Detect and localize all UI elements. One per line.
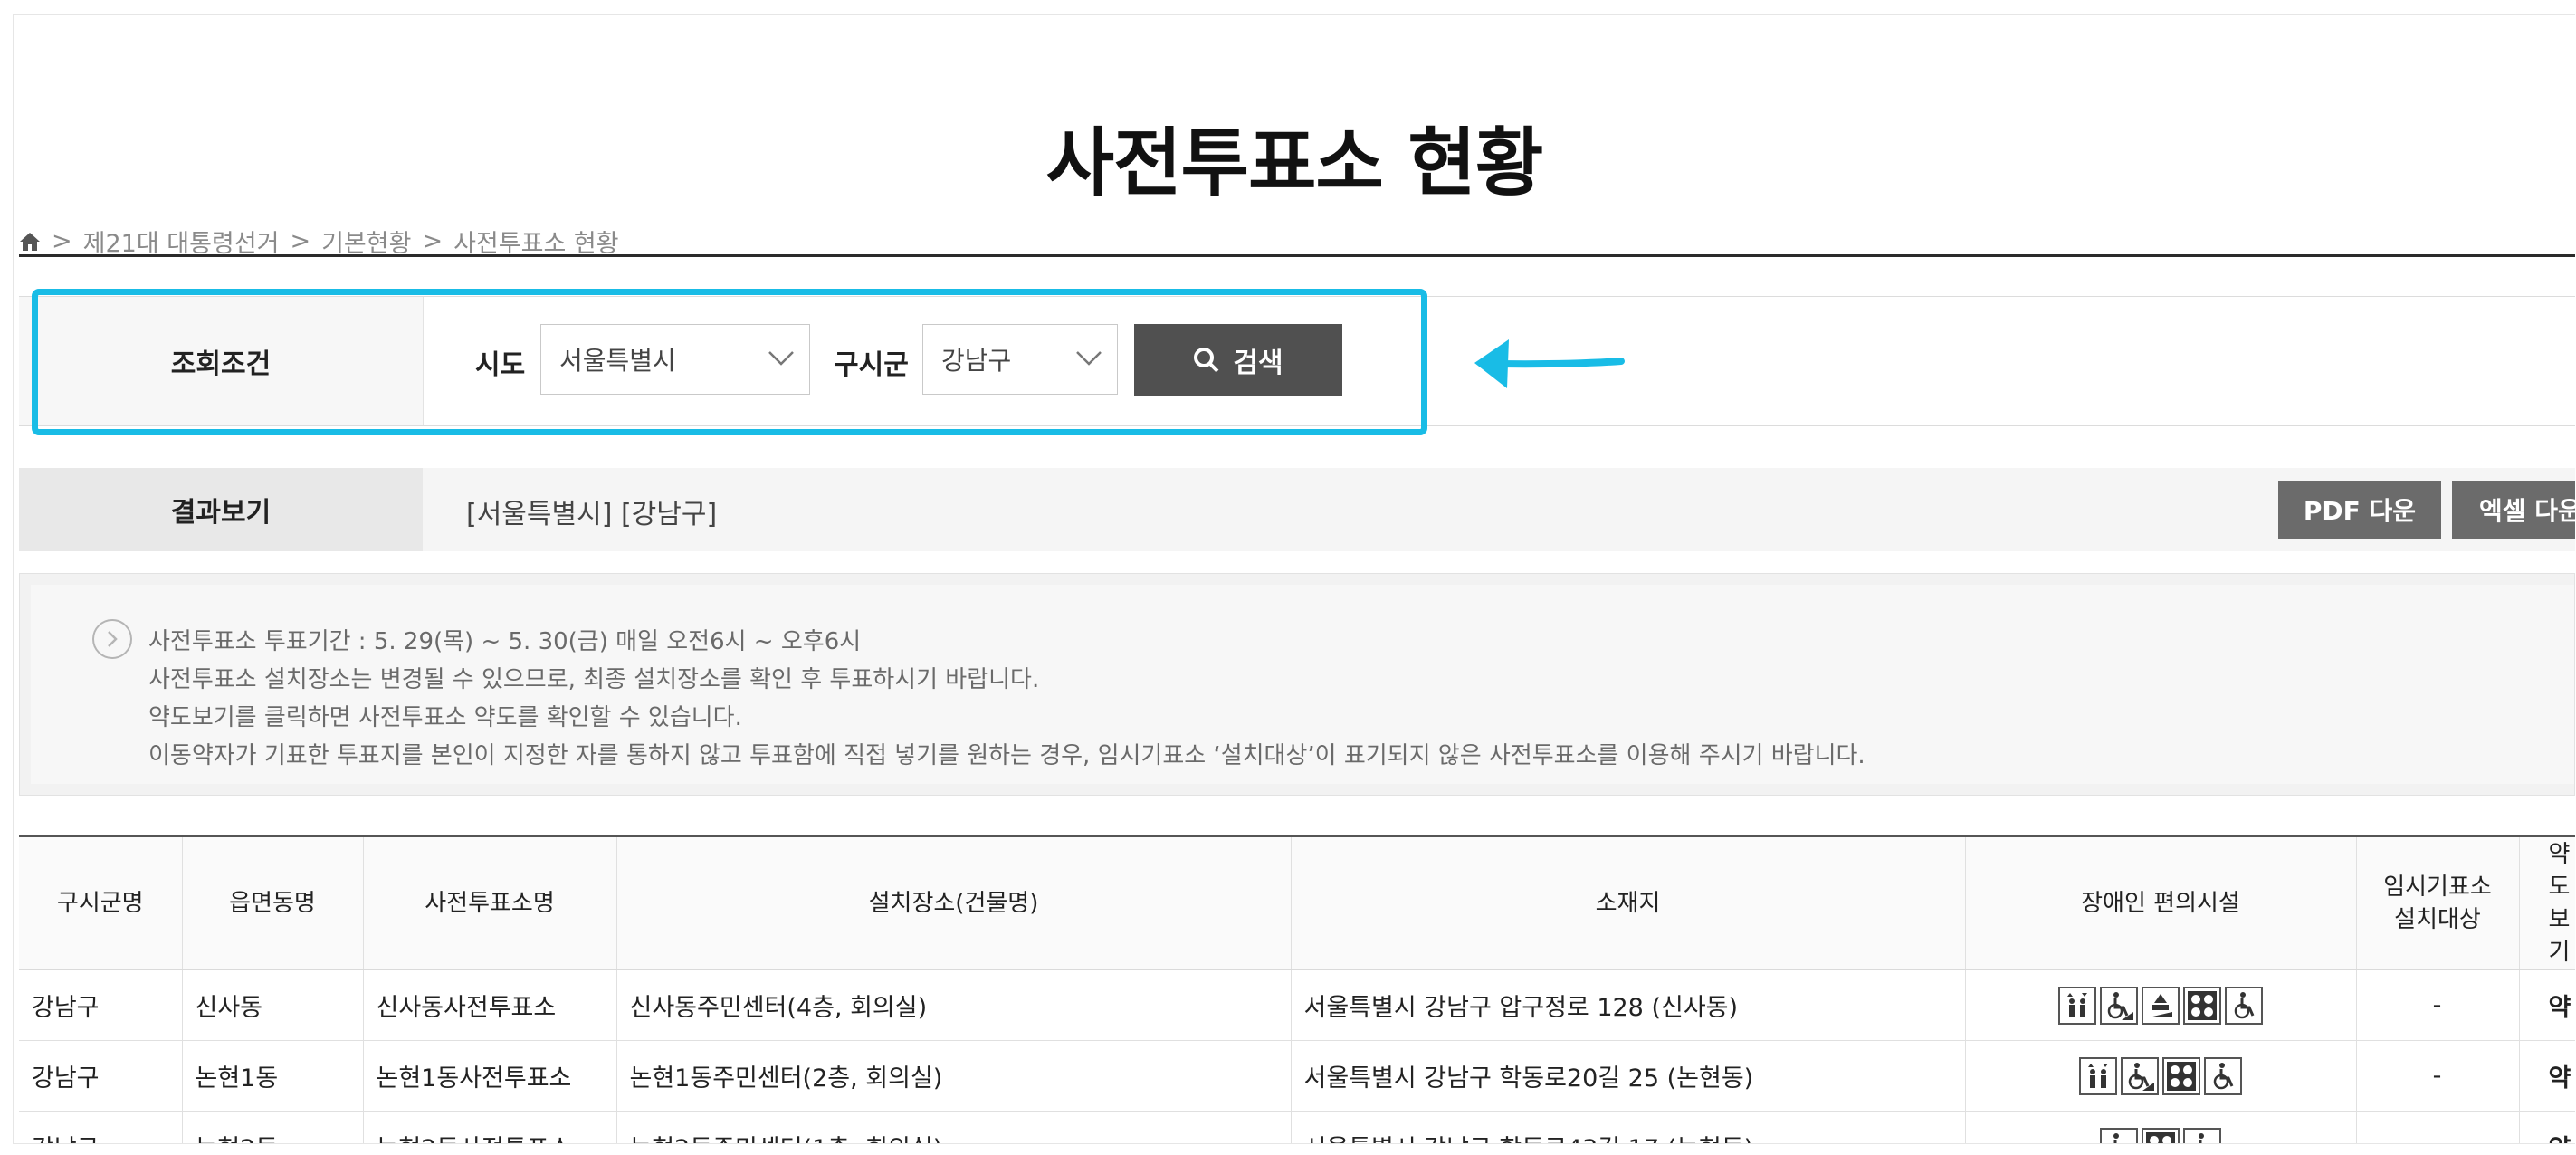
cell-place: 논현2동주민센터(1층, 회의실) xyxy=(616,1111,1292,1143)
result-criteria: [서울특별시] [강남구] xyxy=(466,499,718,530)
cell-temp-booth: - xyxy=(2356,1040,2520,1112)
annotation-highlight-box xyxy=(32,289,1427,435)
ramp-icon xyxy=(2099,986,2138,1025)
table-row: 강남구논현2동논현2동사전투표소논현2동주민센터(1층, 회의실)서울특별시 강… xyxy=(19,1111,2575,1143)
col-header-station: 사전투표소명 xyxy=(363,835,617,970)
page-frame: 사전투표소 현황 > 제21대 대통령선거 > 기본현황 > 사전투표소 현황 … xyxy=(13,14,2575,1144)
cell-place: 논현1동주민센터(2층, 회의실) xyxy=(616,1040,1292,1112)
braille-block-icon xyxy=(2161,1056,2200,1095)
notice-line: 이동약자가 기표한 투표지를 본인이 지정한 자를 통하지 않고 투표함에 직접… xyxy=(148,742,1865,769)
notice-inner: 사전투표소 투표기간 : 5. 29(목) ~ 5. 30(금) 매일 오전6시… xyxy=(31,585,2574,784)
ramp-icon xyxy=(2120,1056,2159,1095)
cell-facilities xyxy=(1965,1111,2357,1143)
ramp-icon xyxy=(2099,1127,2138,1143)
notice-box: 사전투표소 투표기간 : 5. 29(목) ~ 5. 30(금) 매일 오전6시… xyxy=(19,573,2575,796)
cell-address: 서울특별시 강남구 압구정로 128 (신사동) xyxy=(1291,969,1966,1041)
slope-icon xyxy=(2141,986,2180,1025)
cell-gu: 강남구 xyxy=(19,1111,183,1143)
notice-line: 약도보기를 클릭하면 사전투표소 약도를 확인할 수 있습니다. xyxy=(148,704,742,731)
col-header-place: 설치장소(건물명) xyxy=(616,835,1292,970)
breadcrumb-separator: > xyxy=(422,227,444,255)
notice-list: 사전투표소 투표기간 : 5. 29(목) ~ 5. 30(금) 매일 오전6시… xyxy=(148,623,1865,775)
col-header-gu: 구시군명 xyxy=(19,835,183,970)
result-bar: 결과보기 [서울특별시] [강남구] PDF 다운 엑셀 다운 xyxy=(19,468,2575,551)
table-row: 강남구 신사동 신사동사전투표소 신사동주민센터(4층, 회의실) 서울특별시 강남구 … xyxy=(19,969,2575,1041)
cell-dong: 논현1동 xyxy=(182,1040,364,1112)
notice-line: 사전투표소 투표기간 : 5. 29(목) ~ 5. 30(금) 매일 오전6시… xyxy=(148,628,862,655)
cell-gu: 강남구 xyxy=(19,969,183,1041)
cell-temp-booth: - xyxy=(2356,969,2520,1041)
wheelchair-icon xyxy=(2224,986,2263,1025)
breadcrumb-separator: > xyxy=(52,227,72,255)
col-header-address: 소재지 xyxy=(1291,835,1966,970)
wheelchair-icon xyxy=(2182,1127,2221,1143)
col-header-facilities: 장애인 편의시설 xyxy=(1965,835,2357,970)
cell-address: 서울특별시 강남구 학동로43길 17 (논현동) xyxy=(1291,1111,1966,1143)
wheelchair-icon xyxy=(2203,1056,2242,1095)
table-row: 강남구 논현1동 논현1동사전투표소 논현1동주민센터(2층, 회의실) 서울특별시 강… xyxy=(19,1040,2575,1112)
cell-station-name: 논현2동사전투표소 xyxy=(363,1111,617,1143)
elevator-icon xyxy=(2057,986,2096,1025)
cell-facilities xyxy=(1965,969,2357,1041)
chevron-right-circle-icon xyxy=(92,619,132,659)
annotation-arrow-icon xyxy=(1474,339,1625,388)
elevator-icon xyxy=(2078,1056,2117,1095)
col-header-dong: 읍면동명 xyxy=(182,835,364,970)
cell-dong: 신사동 xyxy=(182,969,364,1041)
cell-station-name: 신사동사전투표소 xyxy=(363,969,617,1041)
page-title: 사전투표소 현황 xyxy=(1045,120,1544,206)
map-view-link[interactable]: 약 xyxy=(2519,1111,2575,1143)
braille-block-icon xyxy=(2141,1127,2180,1143)
col-header-temp-booth: 임시기표소 설치대상 xyxy=(2356,835,2520,970)
result-label: 결과보기 xyxy=(19,468,423,551)
title-divider xyxy=(19,254,2575,257)
polling-station-table: 구시군명 읍면동명 사전투표소명 설치장소(건물명) 소재지 장애인 편의시설 … xyxy=(19,835,2575,1143)
excel-download-button[interactable]: 엑셀 다운 xyxy=(2452,481,2575,539)
table-header-row: 구시군명 읍면동명 사전투표소명 설치장소(건물명) 소재지 장애인 편의시설 … xyxy=(19,835,2575,970)
braille-block-icon xyxy=(2182,986,2221,1025)
cell-address: 서울특별시 강남구 학동로20길 25 (논현동) xyxy=(1291,1040,1966,1112)
cell-temp-booth: - xyxy=(2356,1111,2520,1143)
cell-dong: 논현2동 xyxy=(182,1111,364,1143)
cell-gu: 강남구 xyxy=(19,1040,183,1112)
cell-place: 신사동주민센터(4층, 회의실) xyxy=(616,969,1292,1041)
map-view-link[interactable]: 약 xyxy=(2519,969,2575,1041)
cell-facilities xyxy=(1965,1040,2357,1112)
breadcrumb-separator: > xyxy=(290,227,311,255)
home-icon[interactable] xyxy=(19,232,41,252)
notice-line: 사전투표소 설치장소는 변경될 수 있으므로, 최종 설치장소를 확인 후 투표… xyxy=(148,666,1040,693)
map-view-link[interactable]: 약 xyxy=(2519,1040,2575,1112)
cell-station-name: 논현1동사전투표소 xyxy=(363,1040,617,1112)
col-header-map: 약도보기 xyxy=(2519,835,2575,970)
pdf-download-button[interactable]: PDF 다운 xyxy=(2278,481,2441,539)
